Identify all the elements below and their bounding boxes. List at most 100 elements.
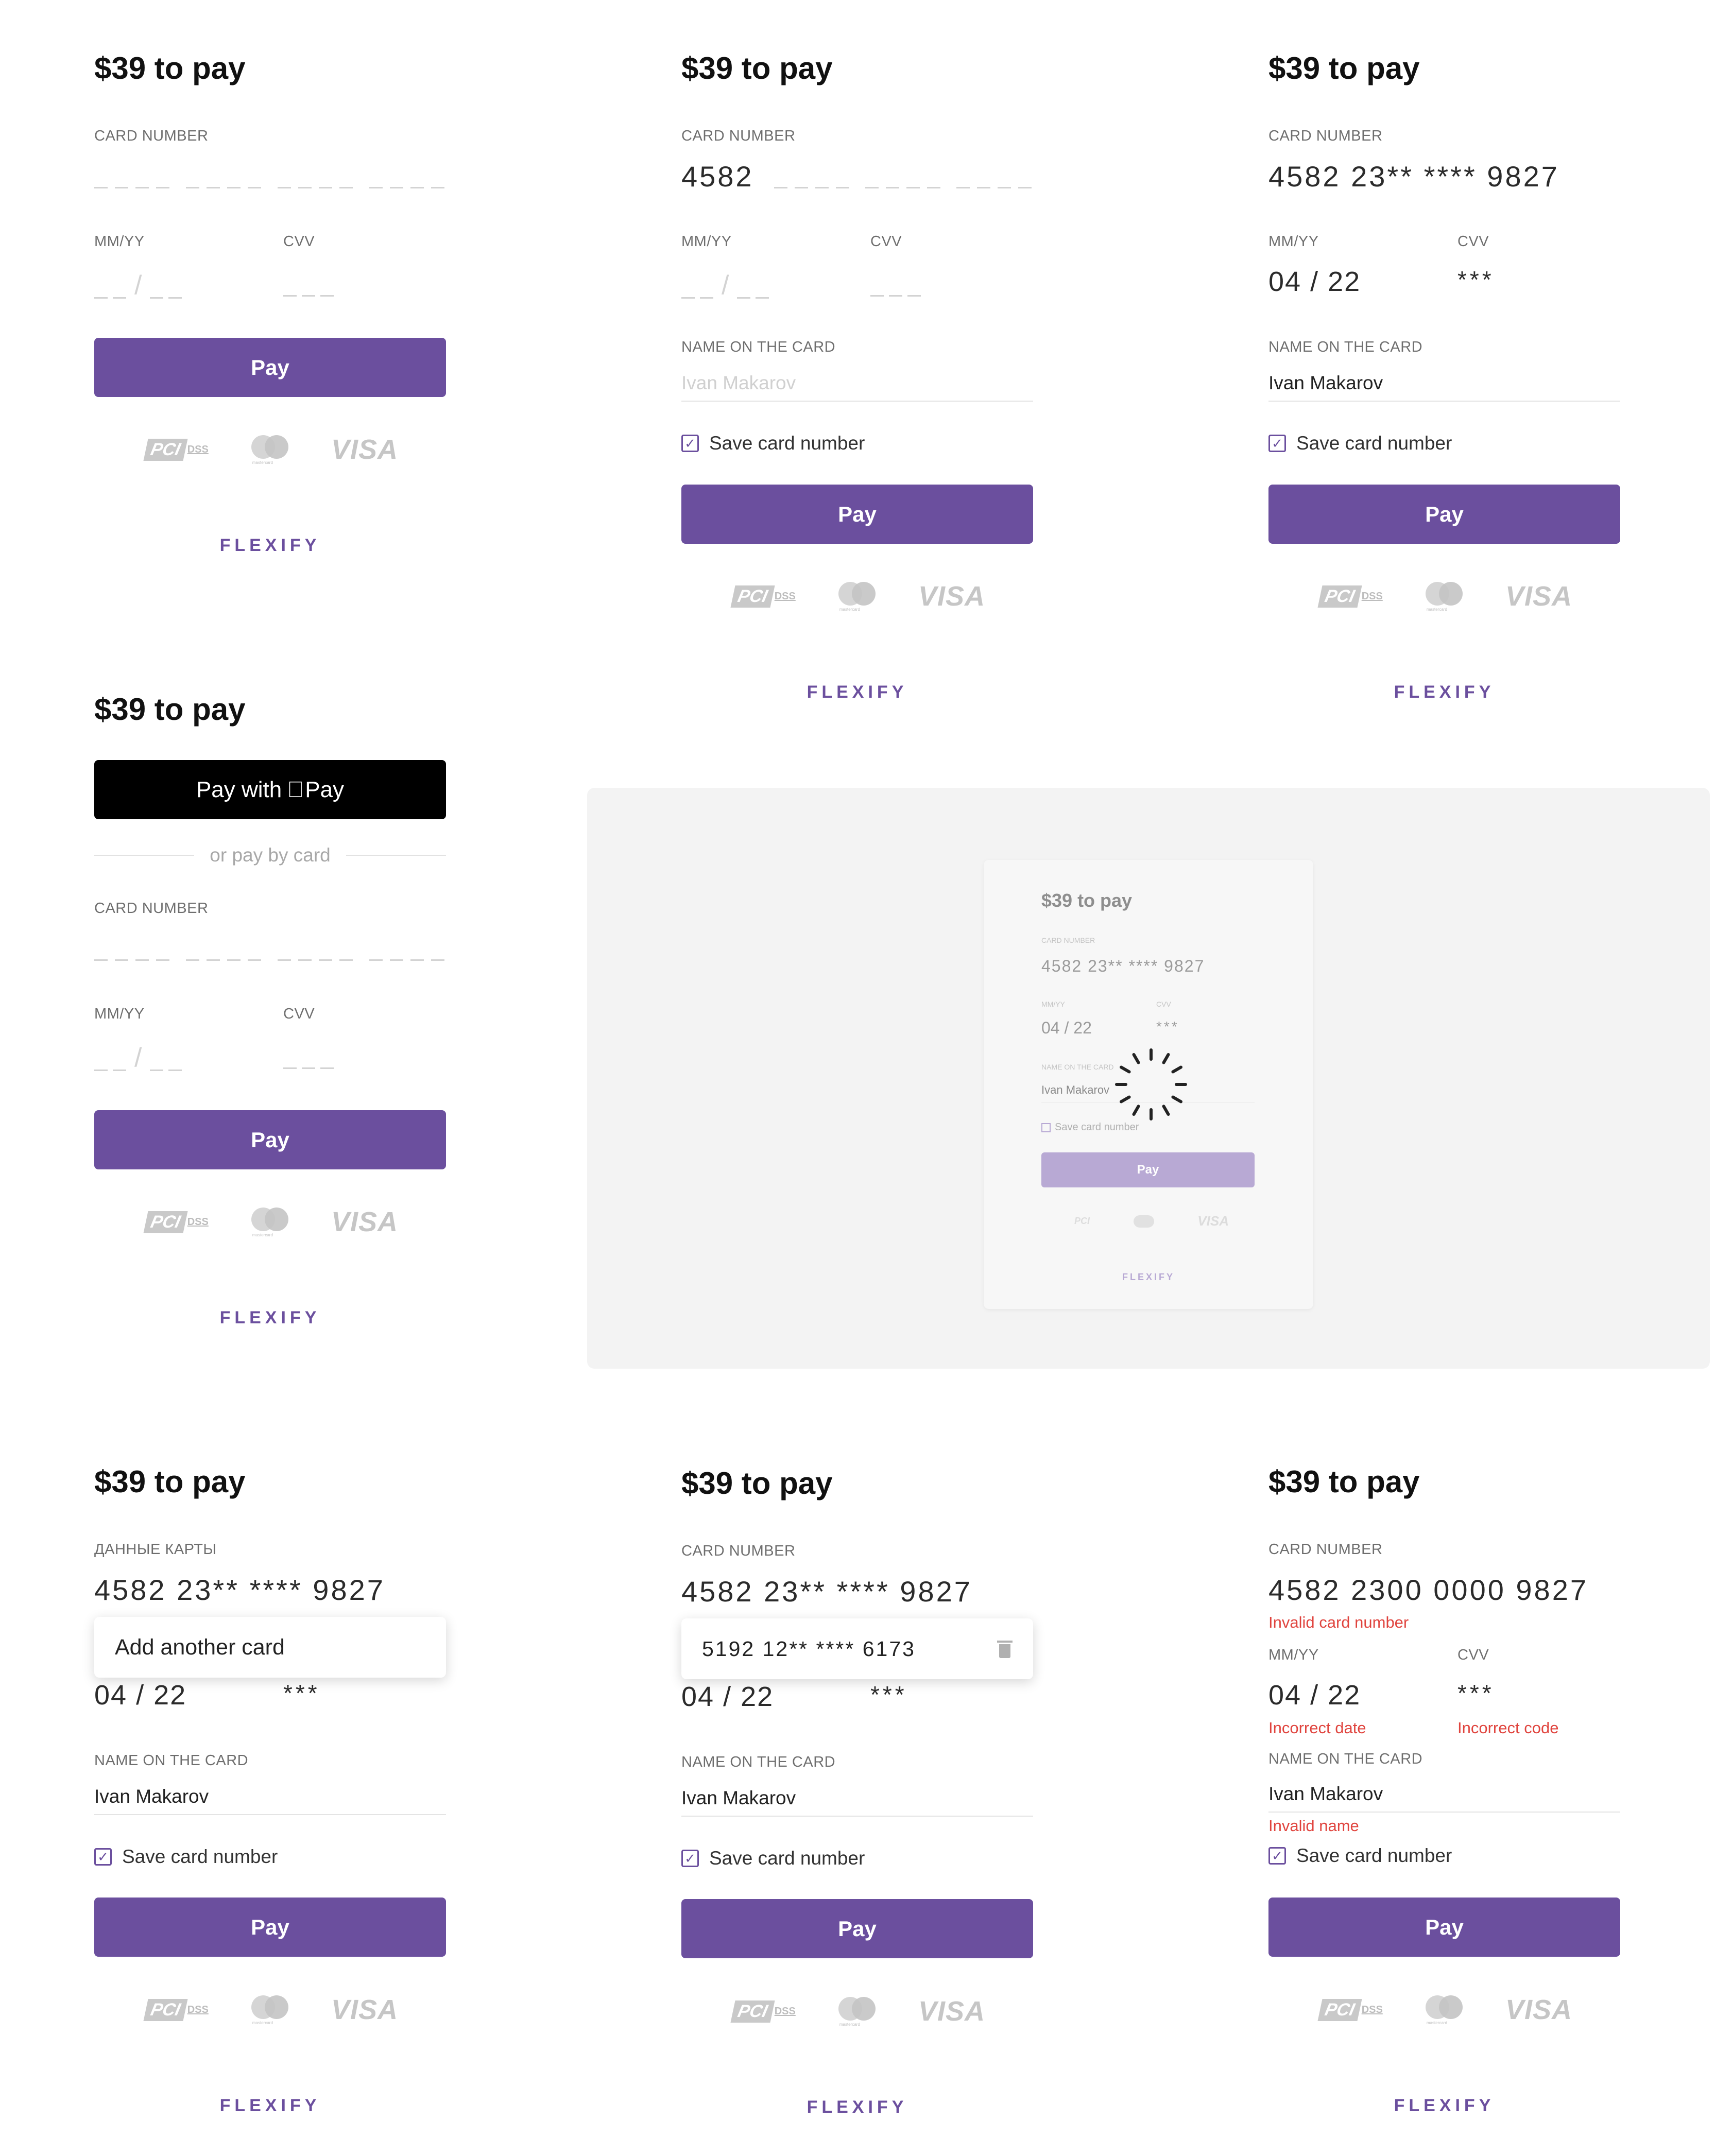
pci-dss-icon: PCI DSS — [730, 2000, 796, 2023]
pay-button[interactable]: Pay — [1268, 1898, 1620, 1957]
cvv-input[interactable]: *** — [1457, 266, 1495, 294]
cvv-label: CVV — [1457, 1647, 1489, 1663]
card-number-input[interactable]: 4582 — [681, 160, 754, 193]
flexify-logo: FLEXIFY — [807, 682, 908, 702]
mastercard-icon: mastercard — [1424, 1994, 1465, 2025]
name-input[interactable]: Ivan Makarov — [1268, 1783, 1383, 1805]
mastercard-icon: mastercard — [249, 1206, 290, 1237]
amount-title: $39 to pay — [94, 692, 246, 727]
checkmark-icon: ✓ — [1268, 435, 1286, 452]
flexify-logo: FLEXIFY — [1122, 1272, 1175, 1282]
cvv-input[interactable] — [870, 295, 921, 297]
cvv-input[interactable]: *** — [283, 1679, 320, 1707]
name-underline — [1268, 1812, 1620, 1813]
cvv-input[interactable]: *** — [1457, 1679, 1495, 1707]
card-number-label: CARD NUMBER — [681, 1543, 796, 1559]
pay-button[interactable]: Pay — [94, 1110, 446, 1169]
or-divider: or pay by card — [94, 844, 447, 866]
add-another-card-option[interactable]: Add another card — [94, 1617, 446, 1678]
expiry-error: Incorrect date — [1268, 1719, 1366, 1737]
card-number-label: CARD NUMBER — [1268, 1541, 1383, 1558]
expiry-input[interactable]: 04 / 22 — [94, 1679, 186, 1711]
mastercard-icon: mastercard — [836, 581, 878, 612]
payment-logos: PCI DSS mastercard VISA — [143, 1992, 398, 2028]
cvv-label: CVV — [283, 1006, 315, 1022]
payment-logos: PCI DSS mastercard VISA — [1317, 578, 1572, 614]
flexify-logo: FLEXIFY — [219, 2096, 321, 2115]
save-card-checkbox[interactable]: ✓ Save card number — [681, 1848, 865, 1869]
mastercard-icon: mastercard — [249, 434, 290, 465]
card-number-remaining — [774, 187, 1032, 188]
saved-card-option[interactable]: 5192 12** **** 6173 — [681, 1618, 1033, 1679]
name-label: NAME ON THE CARD — [681, 339, 836, 355]
pci-dss-icon: PCI — [1074, 1216, 1090, 1226]
pay-button[interactable]: Pay — [681, 485, 1033, 544]
pci-dss-icon: PCI DSS — [1317, 585, 1383, 608]
card-number-value: 4582 23** **** 9827 — [1041, 957, 1205, 975]
payment-logos: PCI DSS mastercard VISA — [730, 578, 985, 614]
expiry-label: MM/YY — [1041, 1000, 1065, 1008]
expiry-input[interactable]: 04 / 22 — [681, 1681, 774, 1713]
cvv-error: Incorrect code — [1457, 1719, 1559, 1737]
card-number-input[interactable]: 4582 2300 0000 9827 — [1268, 1573, 1588, 1607]
visa-icon: VISA — [918, 1996, 985, 2027]
save-card-checkbox[interactable]: ✓ Save card number — [1268, 1845, 1452, 1867]
expiry-input[interactable]: / — [94, 272, 182, 299]
checkmark-icon: ✓ — [1268, 1847, 1286, 1865]
pay-button[interactable]: Pay — [94, 1898, 446, 1957]
expiry-label: MM/YY — [1268, 233, 1319, 250]
name-input[interactable]: Ivan Makarov — [94, 1786, 209, 1807]
visa-icon: VISA — [1197, 1213, 1229, 1229]
cvv-input[interactable] — [283, 295, 334, 297]
visa-icon: VISA — [1505, 581, 1572, 612]
visa-icon: VISA — [331, 434, 398, 465]
card-number-label: CARD NUMBER — [1041, 936, 1095, 944]
name-label: NAME ON THE CARD — [1268, 339, 1423, 355]
pay-button-disabled: Pay — [1041, 1152, 1255, 1187]
visa-icon: VISA — [331, 1206, 398, 1237]
amount-title: $39 to pay — [1268, 51, 1420, 85]
card-number-error: Invalid card number — [1268, 1613, 1409, 1631]
card-number-input[interactable]: 4582 23** **** 9827 — [681, 1575, 972, 1608]
card-number-label: CARD NUMBER — [94, 128, 209, 144]
name-input[interactable]: Ivan Makarov — [681, 1787, 796, 1809]
expiry-label: MM/YY — [681, 233, 732, 250]
amount-title: $39 to pay — [1268, 1464, 1420, 1499]
loading-spinner-icon — [1115, 1048, 1187, 1120]
name-input[interactable]: Ivan Makarov — [1268, 372, 1383, 394]
expiry-input[interactable]: 04 / 22 — [1268, 266, 1361, 298]
checkmark-icon: ✓ — [681, 1850, 699, 1867]
flexify-logo: FLEXIFY — [807, 2097, 908, 2117]
mastercard-icon — [1133, 1215, 1154, 1228]
card-number-input[interactable]: 4582 23** **** 9827 — [94, 1573, 385, 1607]
pay-button[interactable]: Pay — [94, 338, 446, 397]
payment-logos: PCI DSS mastercard VISA — [143, 432, 398, 468]
expiry-input[interactable]: / — [94, 1044, 182, 1071]
cvv-input[interactable]: *** — [870, 1681, 907, 1709]
card-number-input[interactable] — [94, 959, 444, 961]
amount-title: $39 to pay — [681, 1466, 833, 1500]
name-input[interactable]: Ivan Makarov — [681, 372, 796, 394]
payment-logos: PCI VISA — [1074, 1213, 1229, 1229]
expiry-input[interactable]: 04 / 22 — [1268, 1679, 1361, 1711]
cvv-input[interactable] — [283, 1067, 334, 1069]
cvv-label: CVV — [1156, 1000, 1171, 1008]
name-label: NAME ON THE CARD — [1041, 1063, 1114, 1071]
save-card-checkbox[interactable]: ✓ Save card number — [681, 433, 865, 454]
save-card-checkbox[interactable]: ✓ Save card number — [1268, 433, 1452, 454]
cvv-label: CVV — [283, 233, 315, 250]
save-card-checkbox[interactable]: ✓ Save card number — [94, 1846, 278, 1868]
mastercard-icon: mastercard — [1424, 581, 1465, 612]
expiry-label: MM/YY — [94, 233, 145, 250]
apple-pay-button[interactable]: Pay with  Pay — [94, 760, 446, 819]
card-number-input[interactable] — [94, 187, 444, 188]
pay-button[interactable]: Pay — [1268, 485, 1620, 544]
trash-icon[interactable] — [997, 1640, 1013, 1658]
visa-icon: VISA — [918, 581, 985, 612]
pay-button[interactable]: Pay — [681, 1899, 1033, 1958]
checkmark-icon: ✓ — [94, 1848, 112, 1866]
card-number-input[interactable]: 4582 23** **** 9827 — [1268, 160, 1559, 193]
name-underline — [681, 401, 1033, 402]
expiry-input[interactable]: / — [681, 272, 769, 299]
payment-logos: PCI DSS mastercard VISA — [1317, 1992, 1572, 2028]
